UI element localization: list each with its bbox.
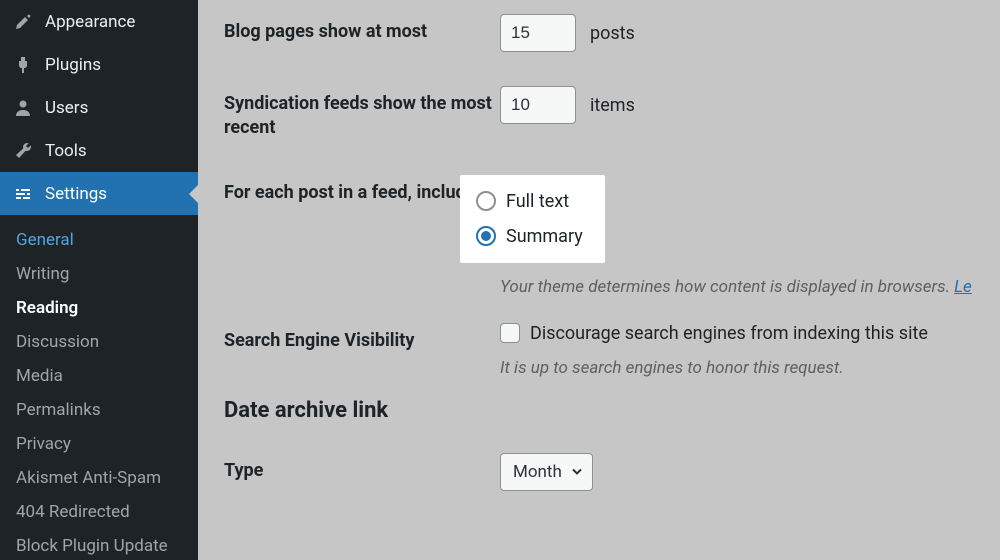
search-visibility-checkbox-label: Discourage search engines from indexing … xyxy=(530,323,928,344)
radio-summary[interactable]: Summary xyxy=(476,226,583,247)
sidebar-item-label: Plugins xyxy=(45,55,101,75)
feeds-input[interactable] xyxy=(500,86,576,124)
label-feeds: Syndication feeds show the most recent xyxy=(224,86,500,141)
submenu-item-block-plugin-update[interactable]: Block Plugin Update xyxy=(0,529,198,560)
row-archive-type: Type Month xyxy=(224,453,1000,491)
submenu-item-media[interactable]: Media xyxy=(0,359,198,393)
sidebar-item-settings[interactable]: Settings xyxy=(0,172,198,215)
sidebar-item-users[interactable]: Users xyxy=(0,86,198,129)
radio-full-text[interactable]: Full text xyxy=(476,191,583,212)
radio-full-text-label: Full text xyxy=(506,191,569,212)
search-visibility-help: It is up to search engines to honor this… xyxy=(500,358,1000,378)
row-feeds: Syndication feeds show the most recent i… xyxy=(224,86,1000,141)
sidebar-item-tools[interactable]: Tools xyxy=(0,129,198,172)
date-archive-heading: Date archive link xyxy=(224,398,1000,423)
sidebar-item-appearance[interactable]: Appearance xyxy=(0,0,198,43)
row-feed-content: For each post in a feed, include Full te… xyxy=(224,175,1000,297)
submenu-item-writing[interactable]: Writing xyxy=(0,257,198,291)
settings-content: Blog pages show at most posts Syndicatio… xyxy=(198,0,1000,560)
sidebar-item-label: Users xyxy=(45,98,88,118)
admin-sidebar: Appearance Plugins Users Tools Settings … xyxy=(0,0,198,560)
label-feed-content: For each post in a feed, include xyxy=(224,175,500,205)
blog-pages-suffix: posts xyxy=(590,23,635,44)
brush-icon xyxy=(12,11,34,33)
row-search-visibility: Search Engine Visibility Discourage sear… xyxy=(224,323,1000,378)
blog-pages-input[interactable] xyxy=(500,14,576,52)
radio-icon xyxy=(476,226,496,246)
archive-type-select[interactable]: Month xyxy=(500,453,593,491)
submenu-item-akismet[interactable]: Akismet Anti-Spam xyxy=(0,461,198,495)
sliders-icon xyxy=(12,183,34,205)
label-archive-type: Type xyxy=(224,453,500,483)
feed-content-radio-group: Full text Summary xyxy=(460,175,605,263)
label-search-visibility: Search Engine Visibility xyxy=(224,323,500,353)
row-blog-pages: Blog pages show at most posts xyxy=(224,14,1000,52)
search-visibility-checkbox[interactable] xyxy=(500,323,520,343)
submenu-item-reading[interactable]: Reading xyxy=(0,291,198,325)
plug-icon xyxy=(12,54,34,76)
sidebar-item-label: Settings xyxy=(45,184,107,204)
feed-content-help: Your theme determines how content is dis… xyxy=(500,277,1000,297)
sidebar-item-label: Appearance xyxy=(45,12,135,32)
submenu-item-discussion[interactable]: Discussion xyxy=(0,325,198,359)
user-icon xyxy=(12,97,34,119)
feed-content-help-link[interactable]: Le xyxy=(954,277,972,297)
label-blog-pages: Blog pages show at most xyxy=(224,14,500,44)
feeds-suffix: items xyxy=(590,95,635,116)
radio-summary-label: Summary xyxy=(506,226,583,247)
wrench-icon xyxy=(12,140,34,162)
submenu-item-404-redirected[interactable]: 404 Redirected xyxy=(0,495,198,529)
submenu-item-general[interactable]: General xyxy=(0,223,198,257)
submenu-item-privacy[interactable]: Privacy xyxy=(0,427,198,461)
sidebar-item-plugins[interactable]: Plugins xyxy=(0,43,198,86)
settings-submenu: General Writing Reading Discussion Media… xyxy=(0,215,198,560)
radio-icon xyxy=(476,191,496,211)
sidebar-item-label: Tools xyxy=(45,141,87,161)
submenu-item-permalinks[interactable]: Permalinks xyxy=(0,393,198,427)
